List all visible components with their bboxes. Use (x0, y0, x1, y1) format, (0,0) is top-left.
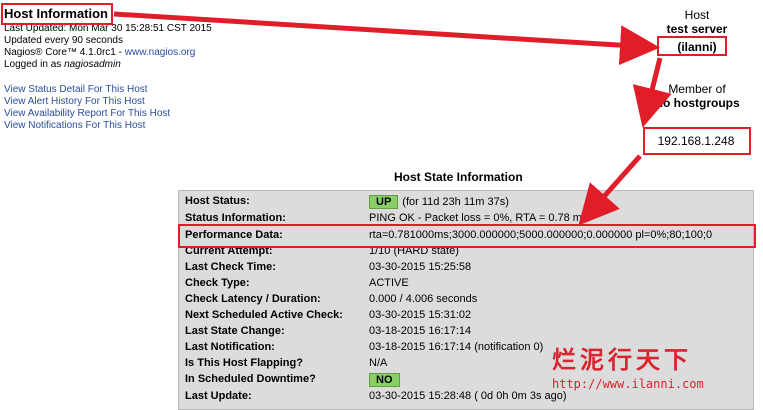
arrow-ip-to-perfdata (578, 154, 642, 226)
watermark: 烂泥行天下 http://www.ilanni.com (552, 340, 704, 391)
watermark-text: 烂泥行天下 (552, 345, 692, 374)
watermark-url: http://www.ilanni.com (552, 377, 704, 391)
arrow-title-to-alias (113, 11, 660, 66)
arrow-alias-to-ip (632, 57, 672, 128)
